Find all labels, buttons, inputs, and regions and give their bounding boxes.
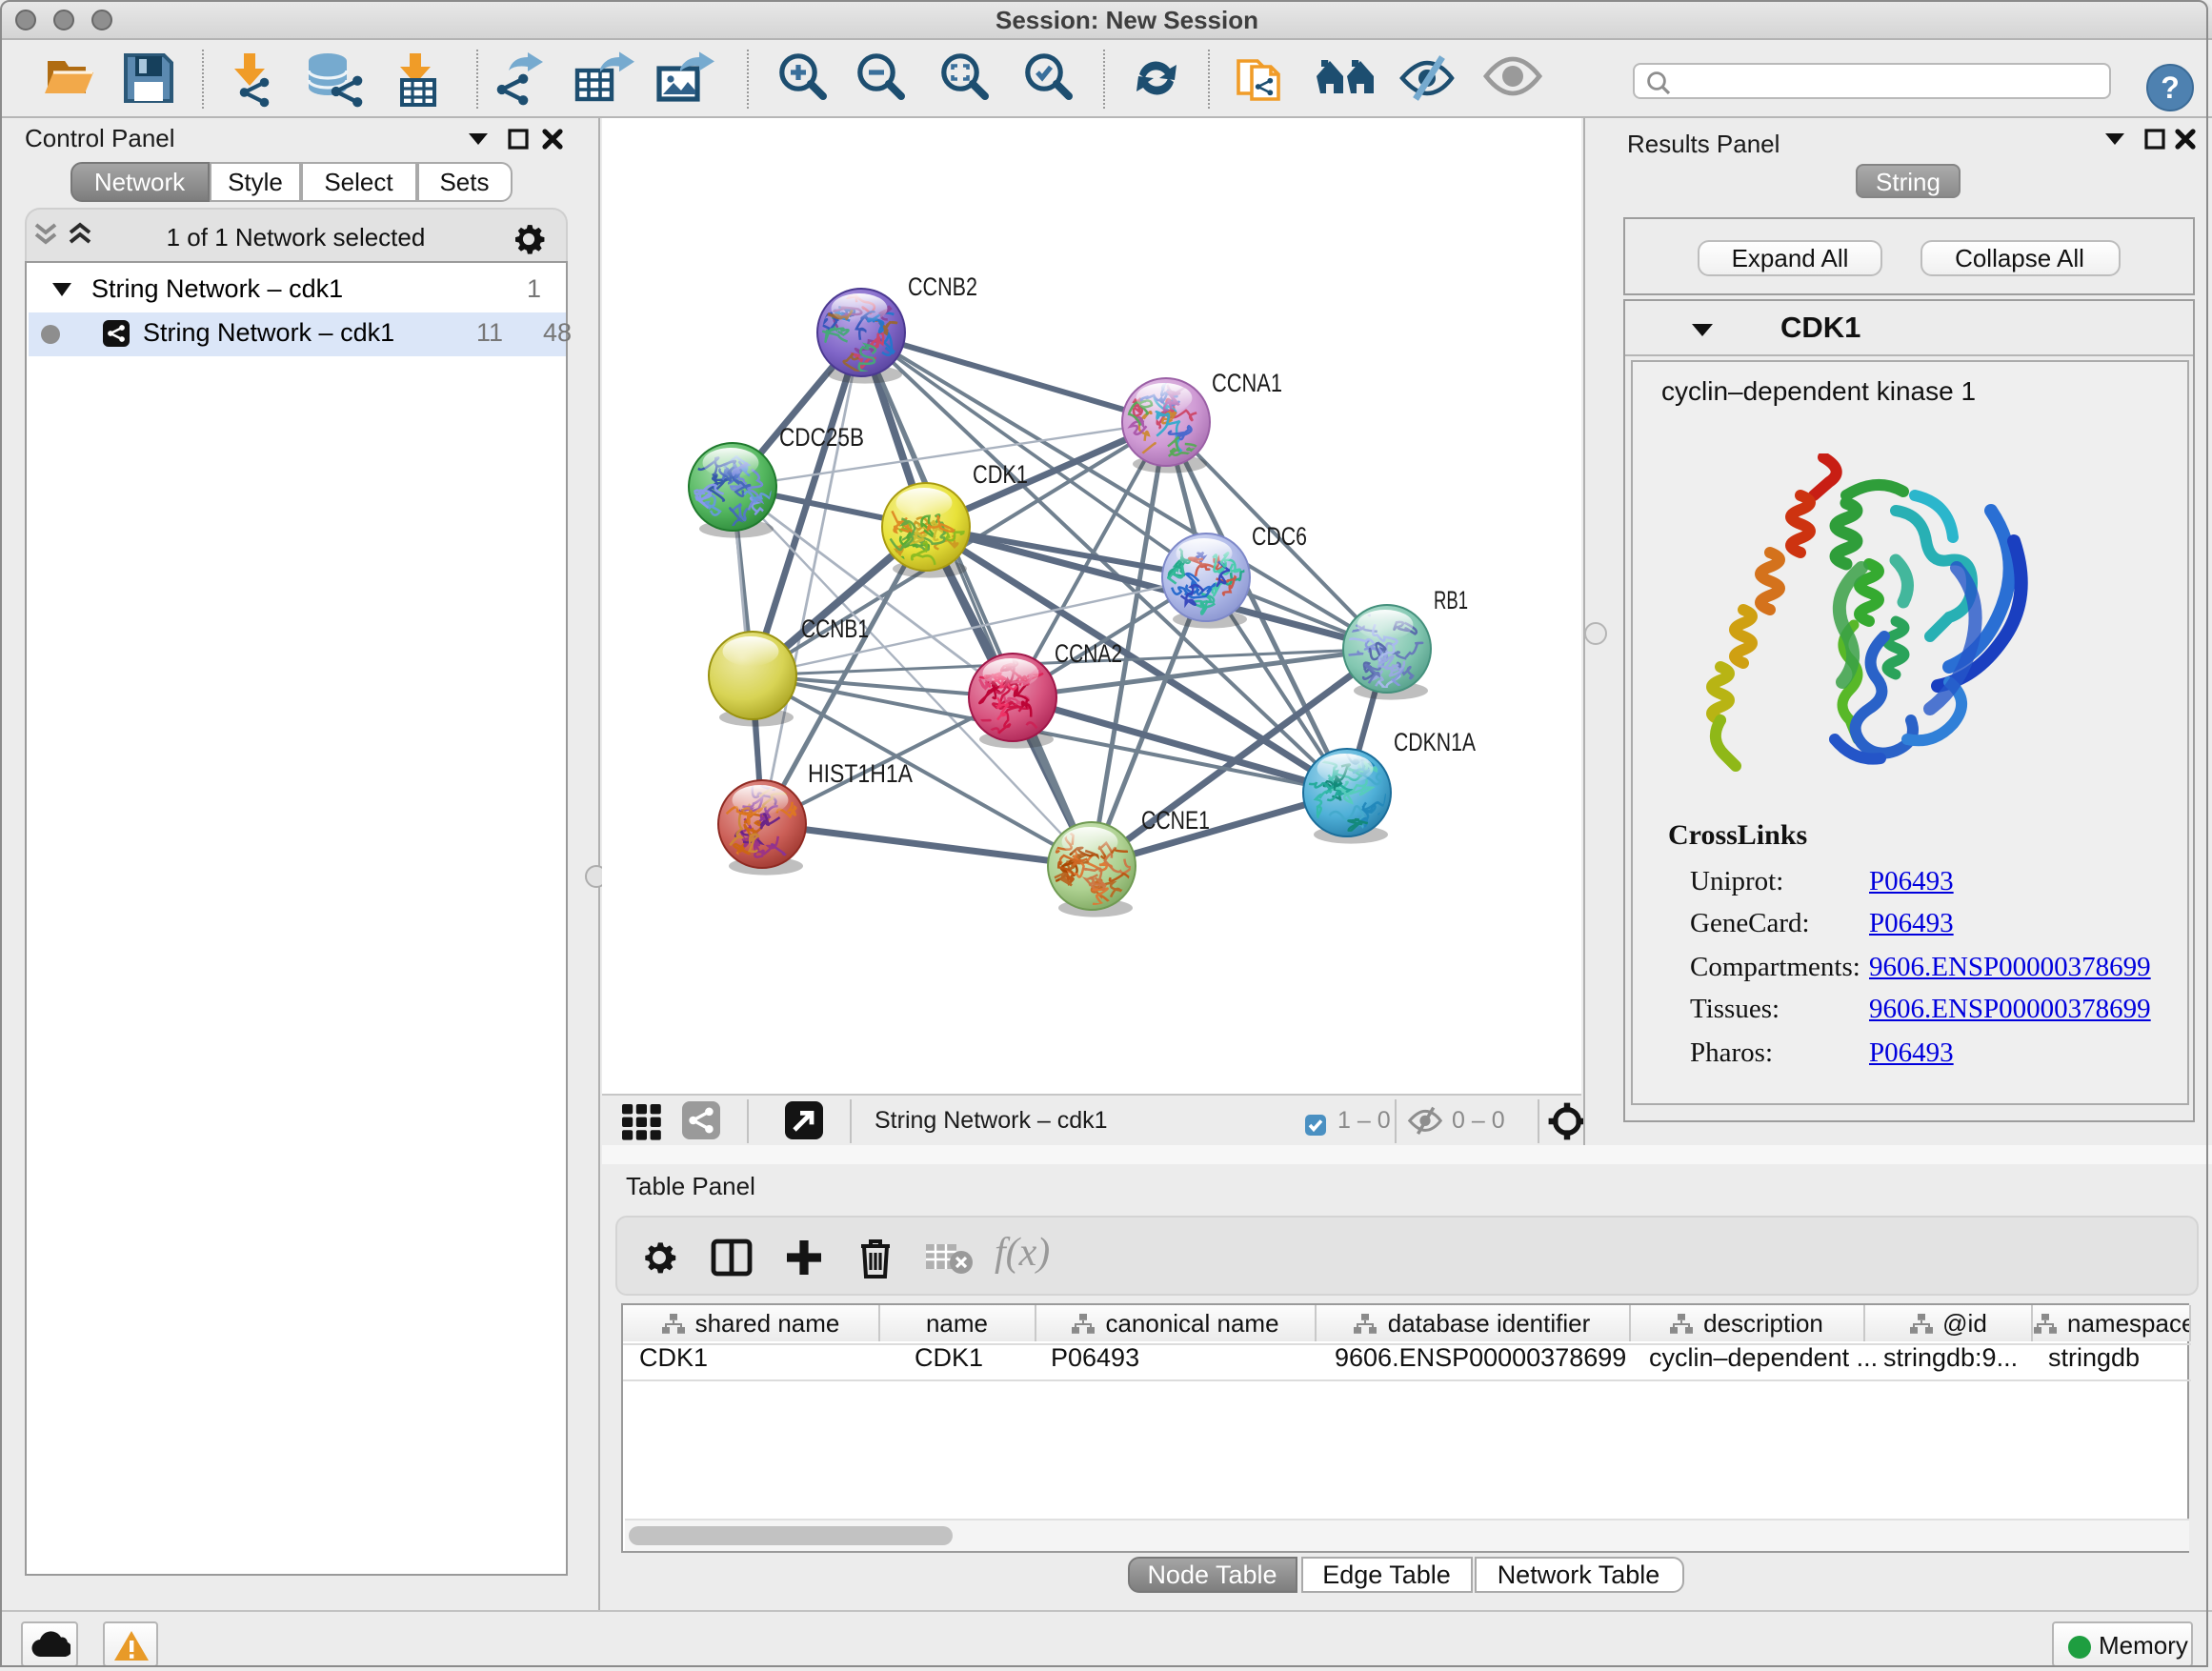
svg-text:HIST1H1A: HIST1H1A xyxy=(808,759,913,788)
svg-text:CCNA2: CCNA2 xyxy=(1055,639,1122,668)
svg-text:CCNB2: CCNB2 xyxy=(908,272,977,301)
svg-text:?: ? xyxy=(2161,70,2180,105)
svg-text:CDK1: CDK1 xyxy=(973,460,1028,489)
svg-text:CDKN1A: CDKN1A xyxy=(1394,728,1476,756)
svg-text:CDC25B: CDC25B xyxy=(779,423,864,452)
svg-text:CDC6: CDC6 xyxy=(1252,522,1307,551)
svg-text:RB1: RB1 xyxy=(1434,586,1468,614)
svg-text:CCNE1: CCNE1 xyxy=(1141,806,1210,835)
svg-text:CCNA1: CCNA1 xyxy=(1212,369,1282,397)
svg-text:CCNB1: CCNB1 xyxy=(801,614,869,643)
